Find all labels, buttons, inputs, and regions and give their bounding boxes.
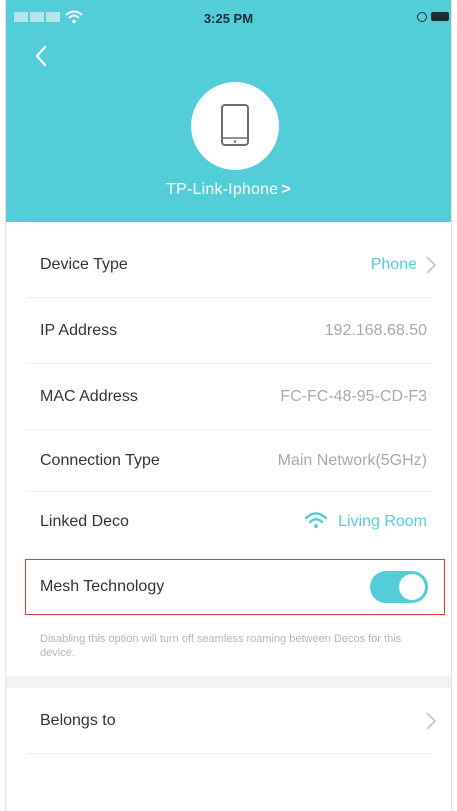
device-header: 3:25 PM TP-Link-Iphone > xyxy=(6,0,451,222)
mesh-technology-row: Mesh Technology xyxy=(25,559,445,615)
frame-left-edge xyxy=(0,0,6,811)
mac-address-label: MAC Address xyxy=(40,388,138,405)
ip-address-label: IP Address xyxy=(40,322,118,339)
mesh-technology-toggle[interactable] xyxy=(370,571,428,603)
device-type-value: Phone xyxy=(370,256,417,273)
status-bar: 3:25 PM xyxy=(6,0,451,34)
mac-address-row: MAC Address FC-FC-48-95-CD-F3 xyxy=(26,364,431,430)
chevron-right-icon xyxy=(426,712,437,730)
mac-address-value: FC-FC-48-95-CD-F3 xyxy=(280,388,427,405)
phone-icon xyxy=(221,104,249,146)
ip-address-row: IP Address 192.168.68.50 xyxy=(26,298,431,364)
wifi-icon xyxy=(304,512,328,529)
mesh-technology-label: Mesh Technology xyxy=(40,578,165,595)
section-divider xyxy=(6,676,451,688)
frame-right-edge xyxy=(451,0,457,811)
connection-type-value: Main Network(5GHz) xyxy=(277,452,427,469)
chevron-right-icon xyxy=(426,256,437,274)
status-time: 3:25 PM xyxy=(203,11,254,26)
alarm-icon xyxy=(417,12,427,22)
belongs-to-label: Belongs to xyxy=(40,712,116,729)
mesh-note: Disabling this option will turn off seam… xyxy=(40,633,402,659)
device-type-row[interactable]: Device Type Phone xyxy=(26,232,437,298)
chevron-right-icon: > xyxy=(281,181,291,198)
connection-type-row: Connection Type Main Network(5GHz) xyxy=(26,430,431,492)
back-chevron-icon[interactable] xyxy=(28,42,56,70)
belongs-to-row[interactable]: Belongs to xyxy=(26,688,437,754)
device-type-label: Device Type xyxy=(40,256,128,273)
device-name-text: TP-Link-Iphone xyxy=(166,181,279,198)
device-name-link[interactable]: TP-Link-Iphone > xyxy=(6,181,451,199)
toggle-knob xyxy=(399,574,425,600)
linked-deco-label: Linked Deco xyxy=(40,513,129,530)
linked-deco-row: Linked Deco Living Room xyxy=(26,492,431,552)
ip-address-value: 192.168.68.50 xyxy=(324,322,427,339)
device-avatar xyxy=(191,82,279,170)
linked-deco-value: Living Room xyxy=(338,513,427,530)
linked-deco-value-wrap: Living Room xyxy=(304,492,427,552)
connection-type-label: Connection Type xyxy=(40,452,160,469)
battery-icon xyxy=(431,12,449,21)
